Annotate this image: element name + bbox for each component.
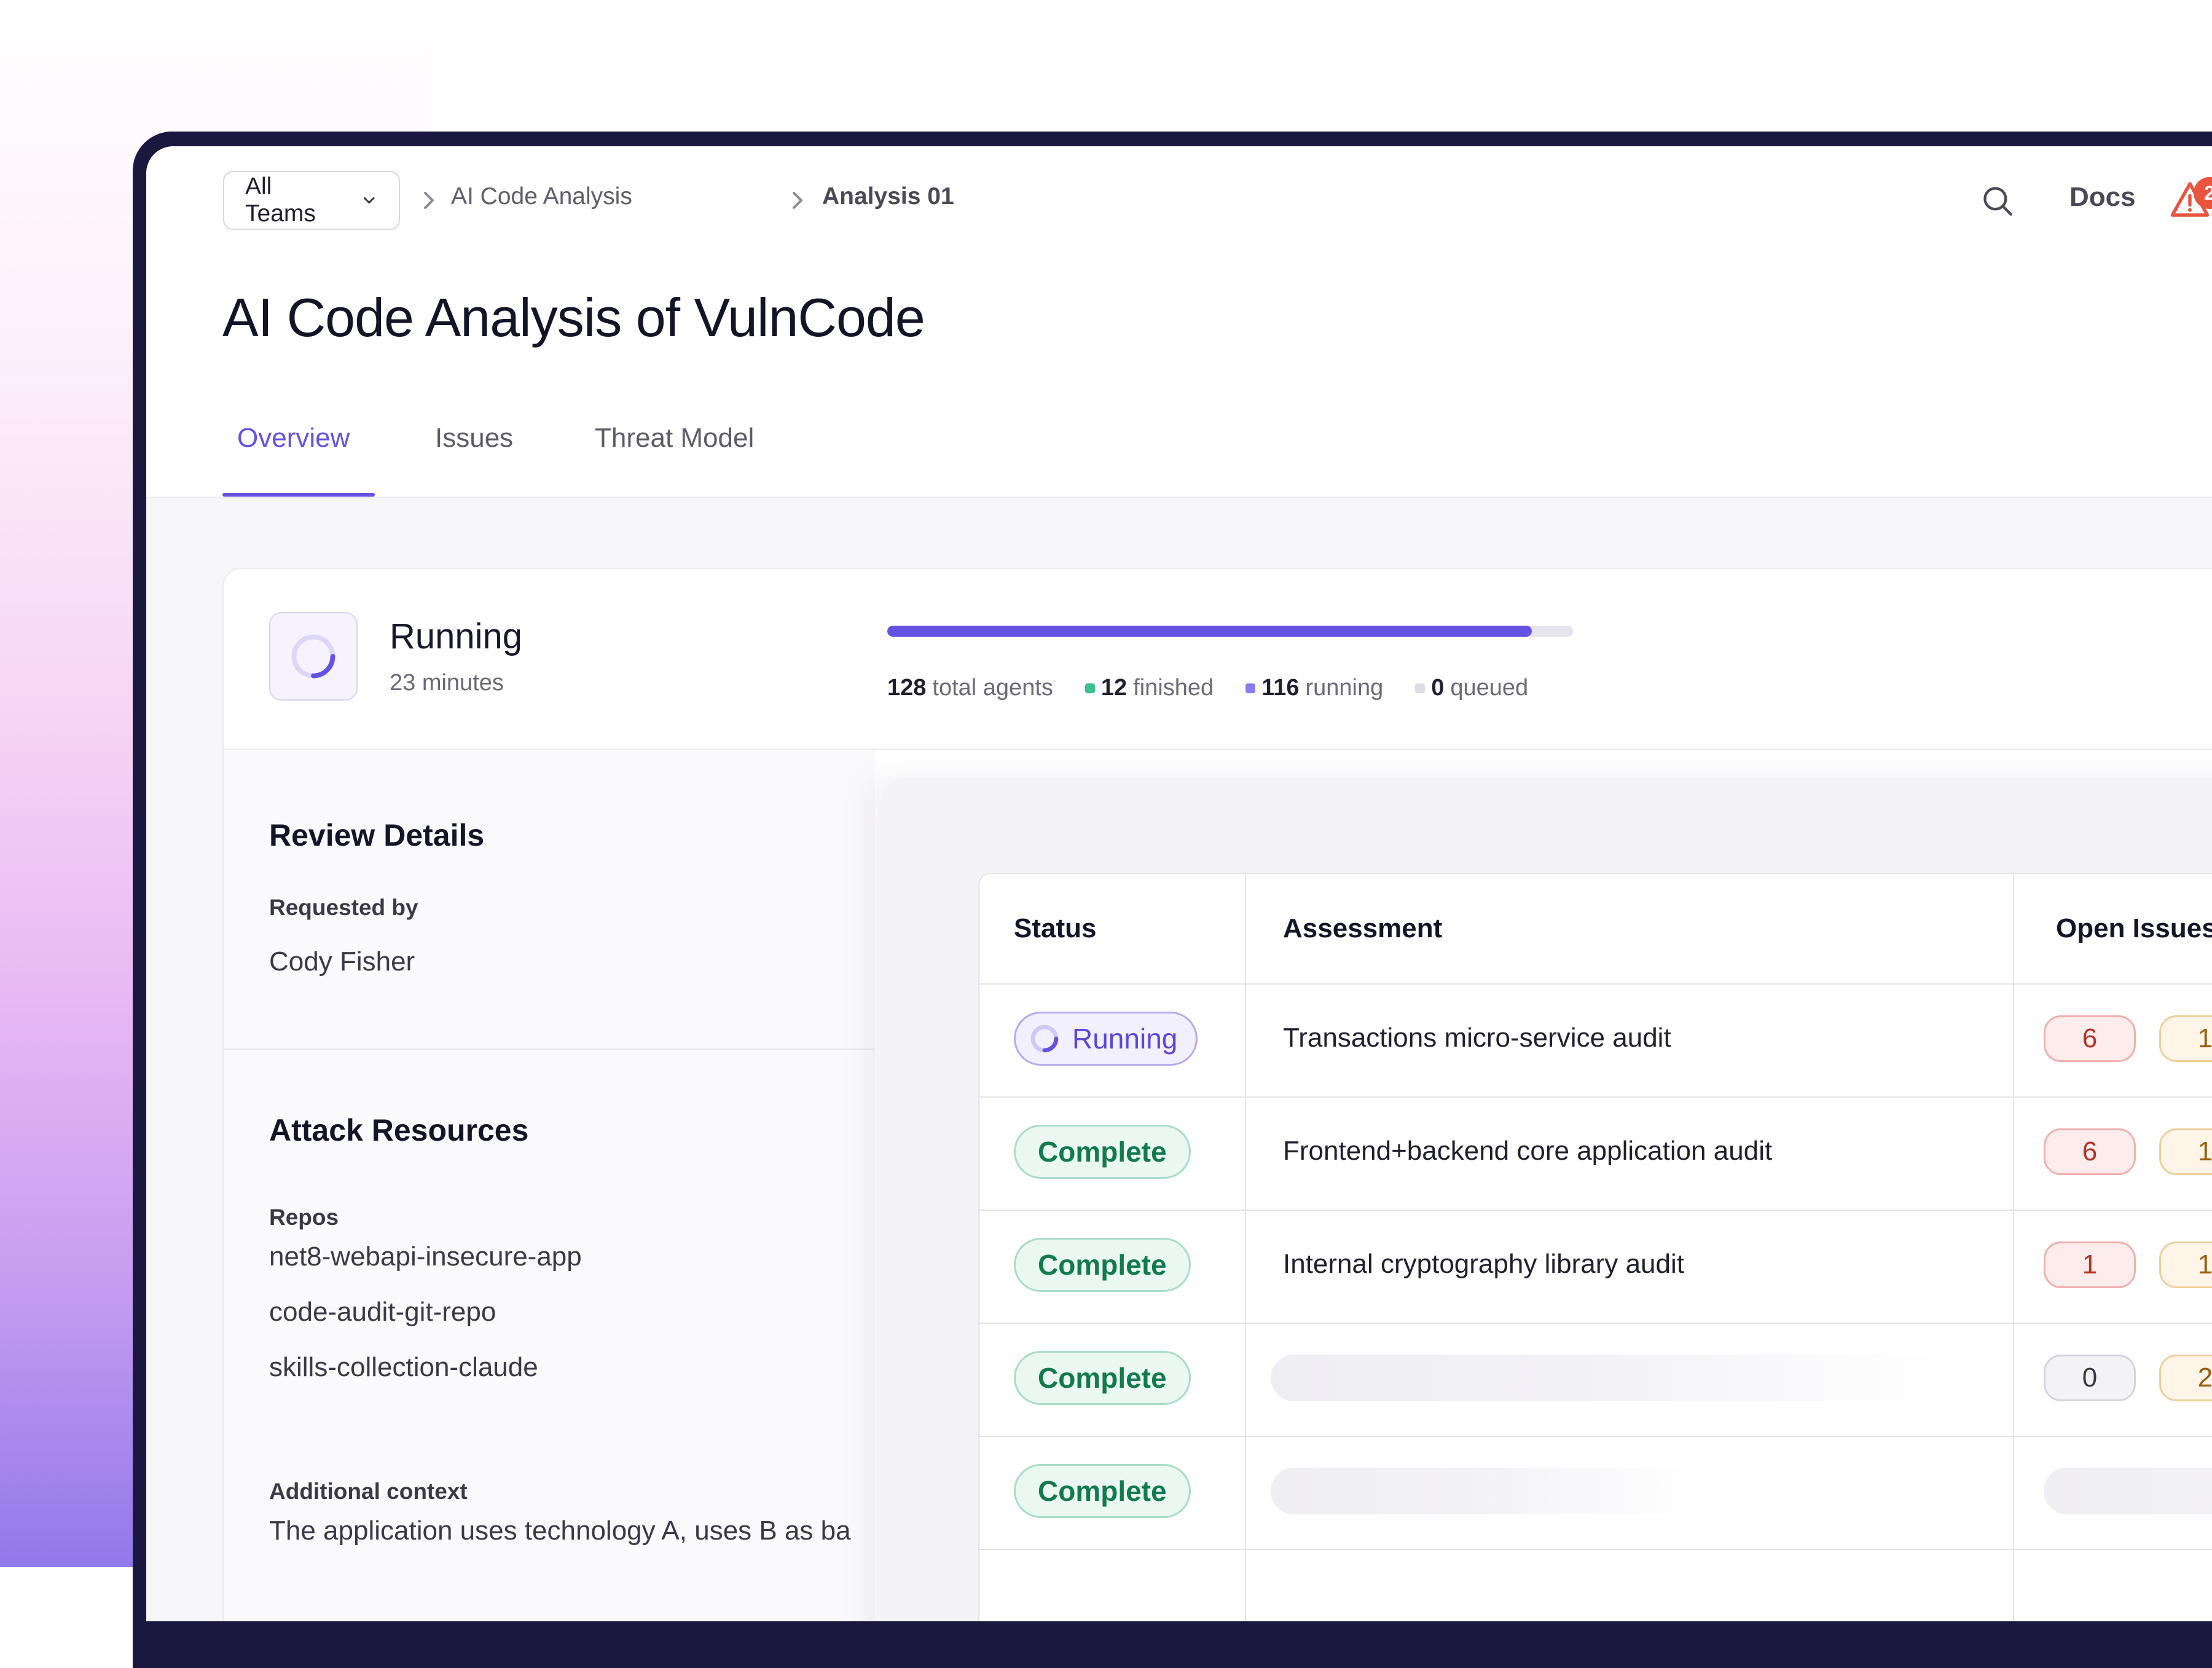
agent-stats: 128 total agents 12 finished 116 running 0q… (887, 675, 1528, 701)
running-status-icon (269, 612, 358, 701)
assessment-loading-placeholder (1271, 1468, 1701, 1514)
issue-count-high[interactable]: 6 (2044, 1128, 2136, 1175)
status-badge-complete[interactable]: Complete (1014, 1125, 1191, 1179)
repo-item[interactable]: code-audit-git-repo (269, 1297, 496, 1328)
run-status-title: Running (390, 616, 523, 656)
review-details-title: Review Details (269, 818, 485, 852)
stat-label: total agents (932, 675, 1053, 701)
docs-link[interactable]: Docs (2069, 182, 2136, 213)
stat-value: 116 (1261, 675, 1300, 701)
team-select[interactable]: All Teams (223, 171, 400, 230)
row-divider (979, 1323, 2212, 1324)
issues-loading-placeholder (2044, 1468, 2212, 1514)
finished-dot (1084, 683, 1095, 693)
active-tab-indicator (222, 493, 375, 497)
issue-count-medium[interactable]: 1 (2159, 1241, 2212, 1288)
tab-threat-model[interactable]: Threat Model (595, 423, 754, 454)
chevron-right-icon (793, 192, 802, 209)
tab-issues[interactable]: Issues (435, 423, 513, 454)
stat-label: queued (1450, 675, 1529, 701)
status-badge-complete[interactable]: Complete (1014, 1351, 1191, 1405)
assessment-loading-placeholder (1271, 1355, 1947, 1401)
app-window: All Teams AI Code Analysis Analysis 01 D… (146, 146, 2212, 1621)
stat-label: running (1305, 675, 1384, 701)
stat-value: 0 (1431, 675, 1445, 701)
row-divider (979, 1549, 2212, 1550)
stat-finished: 12 finished (1084, 675, 1214, 701)
row-divider (979, 1436, 2212, 1437)
analysis-card: Running 23 minutes 128 total agents 12 fin… (222, 568, 2212, 1621)
assessment-name[interactable]: Transactions micro-service audit (1283, 1023, 1671, 1053)
agents-progress-fill (887, 626, 1532, 637)
chevron-right-icon (424, 192, 434, 209)
repo-item[interactable]: net8-webapi-insecure-app (269, 1241, 582, 1272)
stat-value: 12 (1100, 675, 1128, 701)
team-select-label: All Teams (245, 173, 316, 227)
queued-dot (1415, 683, 1426, 693)
issue-count-medium[interactable]: 1 (2159, 1015, 2212, 1062)
assessment-name[interactable]: Internal cryptography library audit (1283, 1249, 1684, 1280)
requested-by-value: Cody Fisher (269, 946, 415, 977)
row-divider (979, 983, 2212, 985)
column-header-status[interactable]: Status (1014, 874, 1096, 983)
issue-count-high[interactable]: 0 (2044, 1355, 2136, 1401)
additional-context-label: Additional context (269, 1479, 468, 1504)
repo-item[interactable]: skills-collection-claude (269, 1352, 538, 1383)
status-badge-running[interactable]: Running (1014, 1012, 1198, 1066)
page-header: All Teams AI Code Analysis Analysis 01 D… (146, 146, 2212, 498)
run-duration: 23 minutes (390, 670, 504, 696)
issue-count-high[interactable]: 6 (2044, 1015, 2136, 1062)
status-label: Running (1072, 1023, 1178, 1055)
issue-count-medium[interactable]: 2 (2159, 1355, 2212, 1401)
breadcrumb-current[interactable]: Analysis 01 (822, 183, 954, 210)
column-divider (2013, 874, 2014, 1621)
details-panel: Review Details Requested by Cody Fisher … (224, 750, 875, 1621)
additional-context-value: The application uses technology A, uses … (269, 1516, 851, 1546)
status-badge-complete[interactable]: Complete (1014, 1238, 1191, 1292)
stat-queued: 0 queued (1415, 675, 1528, 701)
search-icon[interactable] (1980, 183, 2015, 219)
agents-progress-bar (887, 626, 1573, 637)
chevron-down-icon (363, 197, 375, 204)
row-divider (979, 1096, 2212, 1098)
running-dot (1245, 683, 1256, 693)
stat-label: finished (1133, 675, 1214, 701)
assessments-panel: Status Assessment Open Issues Running Tr… (881, 778, 2212, 1621)
issue-count-medium[interactable]: 1 (2159, 1128, 2212, 1175)
column-divider (1245, 874, 1246, 1621)
repos-label: Repos (269, 1205, 339, 1230)
page-title: AI Code Analysis of VulnCode (222, 287, 925, 348)
column-header-assessment[interactable]: Assessment (1283, 874, 1442, 983)
stat-running: 116 running (1245, 675, 1383, 701)
tab-overview[interactable]: Overview (237, 423, 350, 454)
issue-count-high[interactable]: 1 (2044, 1241, 2136, 1288)
column-header-open-issues[interactable]: Open Issues (2056, 874, 2212, 983)
status-badge-complete[interactable]: Complete (1014, 1464, 1191, 1518)
attack-resources-title: Attack Resources (269, 1113, 529, 1147)
requested-by-label: Requested by (269, 895, 418, 920)
breadcrumb-ai-code-analysis[interactable]: AI Code Analysis (451, 183, 632, 210)
stat-total: 128 total agents (887, 675, 1053, 701)
stat-value: 128 (887, 675, 927, 701)
row-divider (979, 1210, 2212, 1211)
spinner-icon (1030, 1025, 1059, 1053)
assessment-name[interactable]: Frontend+backend core application audit (1283, 1136, 1772, 1166)
divider (224, 1048, 875, 1050)
assessments-table: Status Assessment Open Issues Running Tr… (978, 873, 2212, 1621)
spinner-icon (291, 634, 335, 679)
